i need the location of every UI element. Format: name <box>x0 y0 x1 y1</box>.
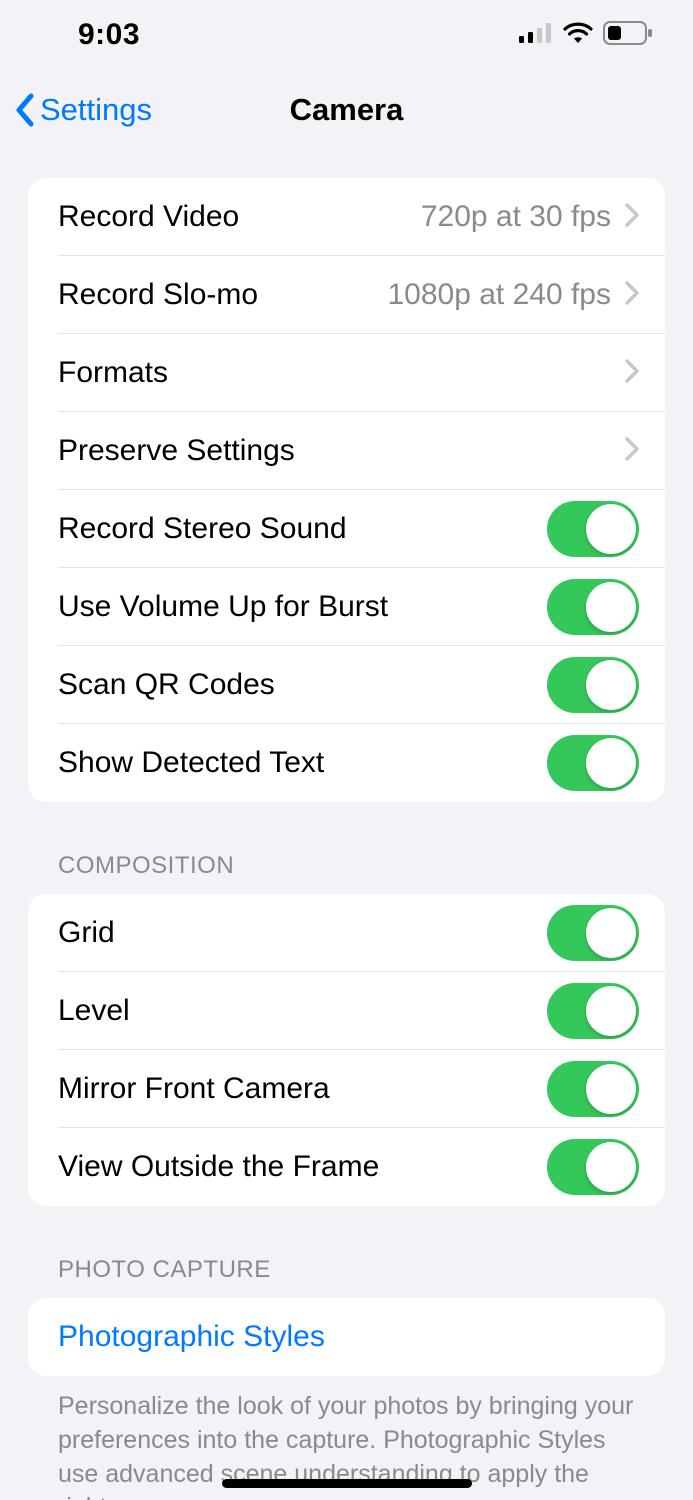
section-header-composition: COMPOSITION <box>28 802 665 894</box>
toggle-switch[interactable] <box>547 579 639 635</box>
row-record-video[interactable]: Record Video 720p at 30 fps <box>28 178 665 256</box>
row-record-slomo[interactable]: Record Slo-mo 1080p at 240 fps <box>28 256 665 334</box>
toggle-switch[interactable] <box>547 1061 639 1117</box>
row-grid[interactable]: Grid <box>28 894 665 972</box>
row-volume-up-burst[interactable]: Use Volume Up for Burst <box>28 568 665 646</box>
row-label: Grid <box>58 916 115 950</box>
back-button[interactable]: Settings <box>0 92 152 128</box>
row-scan-qr-codes[interactable]: Scan QR Codes <box>28 646 665 724</box>
toggle-switch[interactable] <box>547 1139 639 1195</box>
cellular-icon <box>519 23 553 48</box>
row-detail: 1080p at 240 fps <box>387 278 611 312</box>
home-indicator <box>222 1479 472 1488</box>
row-label: View Outside the Frame <box>58 1150 379 1184</box>
chevron-right-icon <box>625 203 639 232</box>
toggle-switch[interactable] <box>547 983 639 1039</box>
chevron-right-icon <box>625 437 639 466</box>
row-preserve-settings[interactable]: Preserve Settings <box>28 412 665 490</box>
toggle-switch[interactable] <box>547 735 639 791</box>
chevron-right-icon <box>625 281 639 310</box>
toggle-switch[interactable] <box>547 905 639 961</box>
toggle-switch[interactable] <box>547 501 639 557</box>
group-composition: Grid Level Mirror Front Camera View Outside… <box>28 894 665 1206</box>
wifi-icon <box>563 22 593 49</box>
row-formats[interactable]: Formats <box>28 334 665 412</box>
row-label: Record Video <box>58 200 239 234</box>
row-view-outside-frame[interactable]: View Outside the Frame <box>28 1128 665 1206</box>
row-detail: 720p at 30 fps <box>421 200 611 234</box>
status-icons <box>519 21 653 50</box>
row-label: Scan QR Codes <box>58 668 275 702</box>
row-label: Mirror Front Camera <box>58 1072 330 1106</box>
row-label: Record Stereo Sound <box>58 512 347 546</box>
status-bar: 9:03 <box>0 0 693 70</box>
content: Record Video 720p at 30 fps Record Slo-mo 1… <box>0 150 693 1500</box>
row-record-stereo-sound[interactable]: Record Stereo Sound <box>28 490 665 568</box>
row-label: Preserve Settings <box>58 434 295 468</box>
row-photographic-styles[interactable]: Photographic Styles <box>28 1298 665 1376</box>
chevron-right-icon <box>625 359 639 388</box>
chevron-left-icon <box>14 93 36 127</box>
toggle-switch[interactable] <box>547 657 639 713</box>
row-mirror-front-camera[interactable]: Mirror Front Camera <box>28 1050 665 1128</box>
nav-bar: Settings Camera <box>0 70 693 150</box>
row-label: Photographic Styles <box>58 1320 325 1354</box>
battery-icon <box>603 21 653 50</box>
status-time: 9:03 <box>78 18 140 52</box>
row-label: Show Detected Text <box>58 746 324 780</box>
row-label: Use Volume Up for Burst <box>58 590 388 624</box>
section-header-photo-capture: PHOTO CAPTURE <box>28 1206 665 1298</box>
group-photo-capture: Photographic Styles <box>28 1298 665 1376</box>
back-label: Settings <box>40 92 152 128</box>
row-level[interactable]: Level <box>28 972 665 1050</box>
row-label: Formats <box>58 356 168 390</box>
row-label: Level <box>58 994 130 1028</box>
row-label: Record Slo-mo <box>58 278 258 312</box>
group-main: Record Video 720p at 30 fps Record Slo-mo 1… <box>28 178 665 802</box>
row-show-detected-text[interactable]: Show Detected Text <box>28 724 665 802</box>
